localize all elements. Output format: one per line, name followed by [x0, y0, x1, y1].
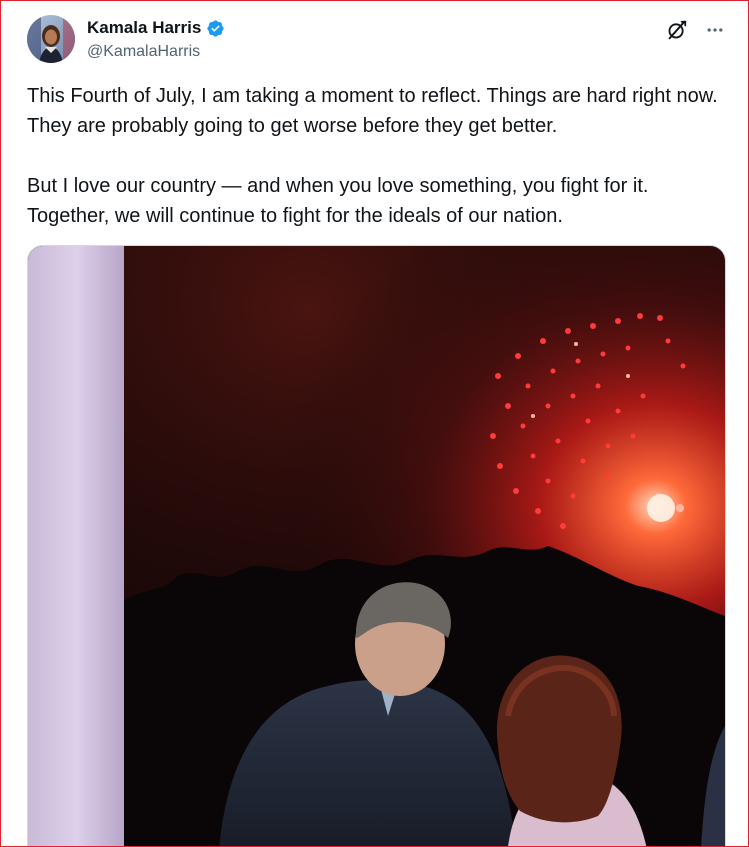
- verified-badge-icon: [206, 19, 225, 38]
- author-name[interactable]: Kamala Harris: [87, 18, 201, 38]
- tweet-paragraph-2: But I love our country — and when you lo…: [27, 175, 654, 227]
- more-options-icon: [707, 28, 723, 32]
- tweet-text: This Fourth of July, I am taking a momen…: [27, 81, 727, 231]
- fireworks-photo: [28, 246, 725, 846]
- tweet-card: Kamala Harris @KamalaHarris This Fourth …: [0, 0, 749, 847]
- more-options-button[interactable]: [702, 17, 728, 43]
- avatar[interactable]: [27, 15, 75, 63]
- grok-button[interactable]: [664, 17, 690, 43]
- tweet-header: Kamala Harris @KamalaHarris: [27, 15, 728, 67]
- tweet-photo[interactable]: [27, 245, 726, 846]
- author-handle[interactable]: @KamalaHarris: [87, 43, 200, 61]
- tweet-paragraph-1: This Fourth of July, I am taking a momen…: [27, 85, 723, 137]
- author-name-row: Kamala Harris: [87, 18, 225, 38]
- grok-icon: [668, 20, 687, 40]
